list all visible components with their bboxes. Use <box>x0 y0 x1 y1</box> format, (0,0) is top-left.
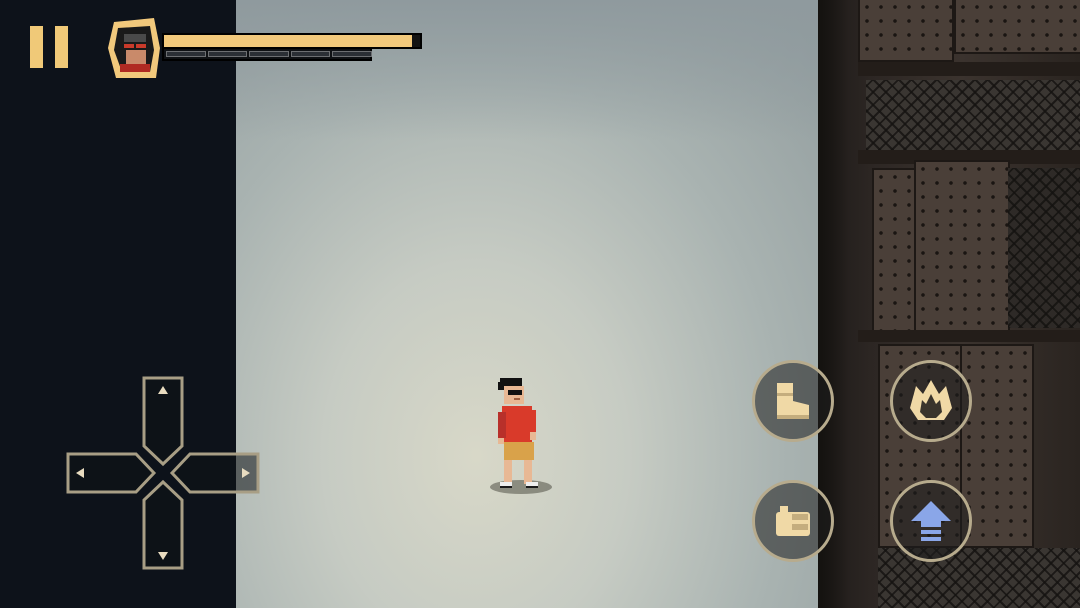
special-attack-button[interactable] <box>890 360 972 442</box>
riveted-panel <box>914 160 1010 334</box>
fist-icon <box>776 506 810 536</box>
dpad[interactable] <box>66 376 260 570</box>
boot-icon <box>777 383 809 419</box>
special-meter-segment <box>290 51 331 57</box>
health-bar-fill <box>164 35 413 47</box>
jump-button[interactable] <box>890 480 972 562</box>
pause-icon <box>30 26 43 68</box>
riveted-panel <box>872 168 916 332</box>
riveted-panel <box>954 0 1080 54</box>
fog-gradient <box>236 0 836 140</box>
pause-button[interactable] <box>30 26 68 68</box>
special-meter-segment <box>249 51 289 57</box>
special-meter-segment <box>166 51 206 57</box>
wire-mesh <box>1008 168 1080 328</box>
kick-button[interactable] <box>752 360 834 442</box>
player-portrait <box>106 18 162 80</box>
steel-beam <box>858 62 1080 76</box>
special-meter <box>162 47 372 61</box>
player-character <box>498 378 538 488</box>
special-meter-segment <box>332 51 372 57</box>
wire-mesh <box>878 548 1080 608</box>
punch-button[interactable] <box>752 480 834 562</box>
flame-icon <box>910 380 952 420</box>
wire-mesh <box>866 80 1080 150</box>
steel-beam <box>858 330 1080 342</box>
up-arrow-icon <box>911 501 951 541</box>
special-meter-segment <box>207 51 248 57</box>
riveted-panel <box>858 0 954 62</box>
